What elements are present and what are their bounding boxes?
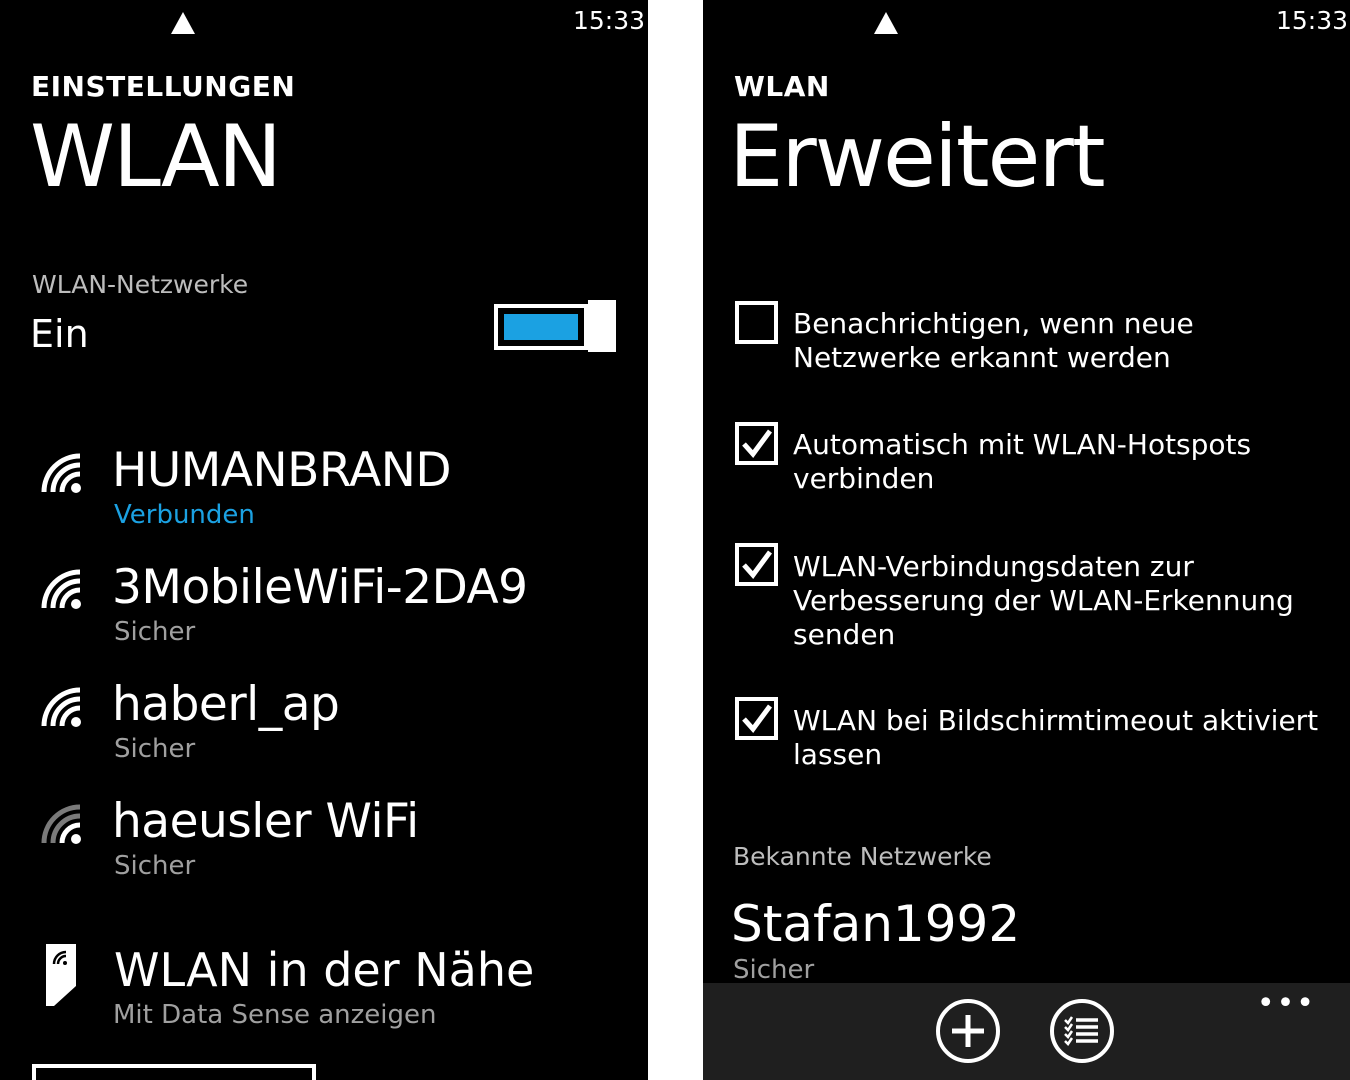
wifi-nearby-subtitle: Mit Data Sense anzeigen: [113, 1000, 437, 1030]
signal-strength-icon: [171, 12, 195, 34]
page-title: WLAN: [30, 107, 282, 207]
wifi-signal-icon: [40, 568, 84, 612]
option-label: Automatisch mit WLAN-Hotspots verbinden: [793, 428, 1252, 495]
wifi-toggle-switch[interactable]: [494, 300, 616, 352]
toggle-knob: [588, 300, 616, 352]
known-networks-label: Bekannte Netzwerke: [733, 842, 992, 871]
more-options-icon[interactable]: •••: [1257, 989, 1316, 1019]
app-title: WLAN: [734, 70, 830, 103]
wifi-nearby-label: WLAN in der Nähe: [114, 943, 535, 997]
wifi-signal-icon: [40, 686, 84, 730]
checkbox-unchecked[interactable]: [735, 301, 778, 344]
app-bar: •••: [703, 983, 1350, 1080]
checkmark-icon: [742, 429, 773, 458]
wifi-toggle-state: Ein: [30, 312, 89, 356]
checkmark-icon: [742, 704, 773, 733]
advanced-button[interactable]: [32, 1064, 316, 1080]
status-time: 15:33: [573, 6, 646, 35]
app-title: EINSTELLUNGEN: [31, 70, 296, 103]
network-status: Sicher: [114, 851, 196, 881]
network-status: Sicher: [114, 617, 196, 647]
list-select-icon[interactable]: [1050, 999, 1114, 1063]
wlan-advanced-screen: 15:33 WLAN Erweitert Benachrichtigen, we…: [703, 0, 1350, 1080]
option-label: WLAN bei Bildschirmtimeout aktiviert las…: [793, 704, 1319, 771]
known-network-status: Sicher: [733, 955, 815, 985]
network-name: haberl_ap: [112, 677, 340, 732]
network-status: Sicher: [114, 734, 196, 764]
network-name: HUMANBRAND: [112, 443, 452, 498]
checkmark-icon: [742, 550, 773, 579]
option-label: Benachrichtigen, wenn neue Netzwerke erk…: [793, 307, 1194, 374]
checkbox-checked[interactable]: [735, 543, 778, 586]
wifi-toggle-label: WLAN-Netzwerke: [32, 270, 249, 299]
checkbox-checked[interactable]: [735, 422, 778, 465]
toggle-fill: [504, 314, 578, 340]
network-status: Verbunden: [114, 500, 255, 530]
page-title: Erweitert: [729, 107, 1106, 207]
known-network-name: Stafan1992: [731, 895, 1021, 953]
toggle-track: [494, 304, 588, 350]
status-time: 15:33: [1276, 6, 1349, 35]
wifi-signal-weak-icon: [40, 803, 84, 847]
data-sense-tile-icon: [46, 944, 80, 1006]
wifi-signal-icon: [40, 452, 84, 496]
network-name: 3MobileWiFi-2DA9: [112, 560, 528, 615]
add-icon[interactable]: [936, 999, 1000, 1063]
network-name: haeusler WiFi: [112, 794, 419, 849]
signal-strength-icon: [874, 12, 898, 34]
option-label: WLAN-Verbindungsdaten zur Verbesserung d…: [793, 550, 1294, 651]
wlan-settings-screen: 15:33 EINSTELLUNGEN WLAN WLAN-Netzwerke …: [0, 0, 648, 1080]
checkbox-checked[interactable]: [735, 697, 778, 740]
